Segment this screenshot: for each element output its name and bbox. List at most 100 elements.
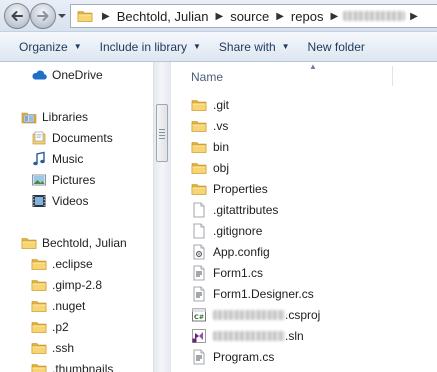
nav-item-music[interactable]: Music bbox=[31, 148, 83, 169]
column-divider[interactable] bbox=[392, 66, 393, 86]
nav-item-folder[interactable]: .gimp-2.8 bbox=[31, 274, 102, 295]
nav-item-label: Videos bbox=[52, 193, 89, 208]
folder-icon bbox=[31, 277, 47, 293]
redacted-folder-name[interactable] bbox=[343, 11, 406, 21]
nav-item-folder[interactable]: .nuget bbox=[31, 295, 85, 316]
sln-file-icon bbox=[191, 328, 207, 344]
folder-icon bbox=[31, 298, 47, 314]
file-row[interactable]: .git bbox=[191, 94, 229, 115]
file-name: .gitignore bbox=[213, 223, 263, 238]
nav-item-folder[interactable]: .ssh bbox=[31, 337, 74, 358]
file-row[interactable]: .csproj bbox=[191, 304, 320, 325]
chevron-right-icon[interactable]: ▶ bbox=[97, 11, 115, 22]
file-row[interactable]: .vs bbox=[191, 115, 228, 136]
nav-item-user[interactable]: Bechtold, Julian bbox=[21, 232, 127, 253]
breadcrumb[interactable]: ▶ Bechtold, Julian ▶ source ▶ repos ▶ ▶ bbox=[70, 4, 437, 28]
include-in-library-label: Include in library bbox=[99, 39, 187, 54]
nav-item-libraries[interactable]: Libraries bbox=[21, 106, 88, 127]
folder-icon bbox=[191, 181, 207, 197]
folder-icon bbox=[191, 118, 207, 134]
scrollbar-thumb[interactable] bbox=[156, 104, 168, 162]
include-in-library-button[interactable]: Include in library ▼ bbox=[91, 32, 210, 61]
cs-file-icon bbox=[191, 265, 207, 281]
documents-icon bbox=[32, 131, 46, 144]
nav-item-onedrive[interactable]: OneDrive bbox=[31, 64, 103, 85]
organize-menu-button[interactable]: Organize ▼ bbox=[9, 32, 91, 61]
nav-item-videos[interactable]: Videos bbox=[31, 190, 88, 211]
folder-icon bbox=[191, 139, 207, 155]
nav-item-folder[interactable]: .p2 bbox=[31, 316, 69, 337]
file-name: Form1.Designer.cs bbox=[213, 286, 314, 301]
file-row[interactable]: Form1.Designer.cs bbox=[191, 283, 314, 304]
cloud-icon bbox=[32, 70, 47, 80]
nav-item-folder[interactable]: .eclipse bbox=[31, 253, 93, 274]
file-name: .csproj bbox=[285, 307, 321, 322]
nav-item-label: .gimp-2.8 bbox=[52, 277, 103, 292]
chevron-right-icon[interactable]: ▶ bbox=[271, 11, 289, 22]
breadcrumb-repos[interactable]: repos bbox=[289, 9, 326, 24]
folder-icon bbox=[31, 340, 47, 356]
chevron-right-icon[interactable]: ▶ bbox=[325, 11, 343, 22]
nav-item-documents[interactable]: Documents bbox=[31, 127, 113, 148]
chevron-right-icon[interactable]: ▶ bbox=[405, 11, 423, 22]
file-name: Form1.cs bbox=[213, 265, 264, 280]
grip-line bbox=[159, 135, 165, 136]
redacted-file-name bbox=[213, 330, 285, 341]
grip-line bbox=[159, 138, 165, 139]
breadcrumb-source[interactable]: source bbox=[228, 9, 271, 24]
file-row[interactable]: Properties bbox=[191, 178, 268, 199]
file-icon bbox=[191, 223, 207, 239]
nav-item-label: Music bbox=[52, 151, 84, 166]
file-name: App.config bbox=[213, 244, 270, 259]
redacted-file-name bbox=[213, 309, 285, 320]
navigation-pane: OneDrive Libraries Documents Music Pictu… bbox=[0, 62, 153, 372]
file-row[interactable]: bin bbox=[191, 136, 229, 157]
file-row[interactable]: App.config bbox=[191, 241, 270, 262]
videos-icon bbox=[32, 194, 46, 207]
user-folder-icon bbox=[21, 235, 37, 251]
new-folder-button[interactable]: New folder bbox=[299, 32, 374, 61]
nav-item-label: .nuget bbox=[52, 298, 86, 313]
column-header-name[interactable]: Name bbox=[191, 70, 223, 84]
file-name: Properties bbox=[213, 181, 268, 196]
file-row[interactable]: Form1.cs bbox=[191, 262, 263, 283]
folder-icon bbox=[31, 256, 47, 272]
recent-pages-dropdown-icon[interactable] bbox=[58, 12, 66, 20]
organize-label: Organize bbox=[19, 39, 68, 54]
chevron-down-icon: ▼ bbox=[73, 42, 82, 51]
column-header-row: Name ▲ bbox=[171, 62, 437, 90]
share-with-button[interactable]: Share with ▼ bbox=[210, 32, 299, 61]
file-row[interactable]: obj bbox=[191, 157, 229, 178]
nav-item-label: .eclipse bbox=[52, 256, 93, 271]
new-folder-label: New folder bbox=[307, 39, 365, 54]
nav-item-label: Documents bbox=[52, 130, 113, 145]
file-icon bbox=[191, 202, 207, 218]
chevron-right-icon[interactable]: ▶ bbox=[210, 11, 228, 22]
file-row[interactable]: .sln bbox=[191, 325, 304, 346]
sort-ascending-icon: ▲ bbox=[309, 62, 317, 71]
folder-icon bbox=[31, 361, 47, 372]
navigation-pane-scrollbar[interactable] bbox=[153, 62, 170, 372]
nav-item-label: .ssh bbox=[52, 340, 75, 355]
file-name: .gitattributes bbox=[213, 202, 279, 217]
chevron-down-icon: ▼ bbox=[193, 42, 201, 51]
breadcrumb-user[interactable]: Bechtold, Julian bbox=[115, 9, 211, 24]
nav-item-folder[interactable]: .thumbnails bbox=[31, 358, 113, 372]
nav-item-label: Bechtold, Julian bbox=[42, 235, 127, 250]
folder-icon bbox=[31, 319, 47, 335]
address-bar: ▶ Bechtold, Julian ▶ source ▶ repos ▶ ▶ bbox=[0, 0, 437, 32]
forward-button[interactable] bbox=[30, 3, 56, 29]
file-name: .git bbox=[213, 97, 230, 112]
file-name: bin bbox=[213, 139, 230, 154]
libraries-icon bbox=[21, 112, 37, 123]
arrow-right-icon bbox=[37, 11, 49, 21]
file-row[interactable]: Program.cs bbox=[191, 346, 274, 367]
nav-item-label: Libraries bbox=[42, 109, 89, 124]
file-row[interactable]: .gitignore bbox=[191, 220, 262, 241]
pictures-icon bbox=[32, 174, 46, 185]
file-list: Name ▲ .git .vs bin obj Properties .gita… bbox=[171, 62, 437, 372]
back-button[interactable] bbox=[4, 3, 30, 29]
file-row[interactable]: .gitattributes bbox=[191, 199, 278, 220]
nav-item-pictures[interactable]: Pictures bbox=[31, 169, 95, 190]
folder-icon bbox=[191, 97, 207, 113]
